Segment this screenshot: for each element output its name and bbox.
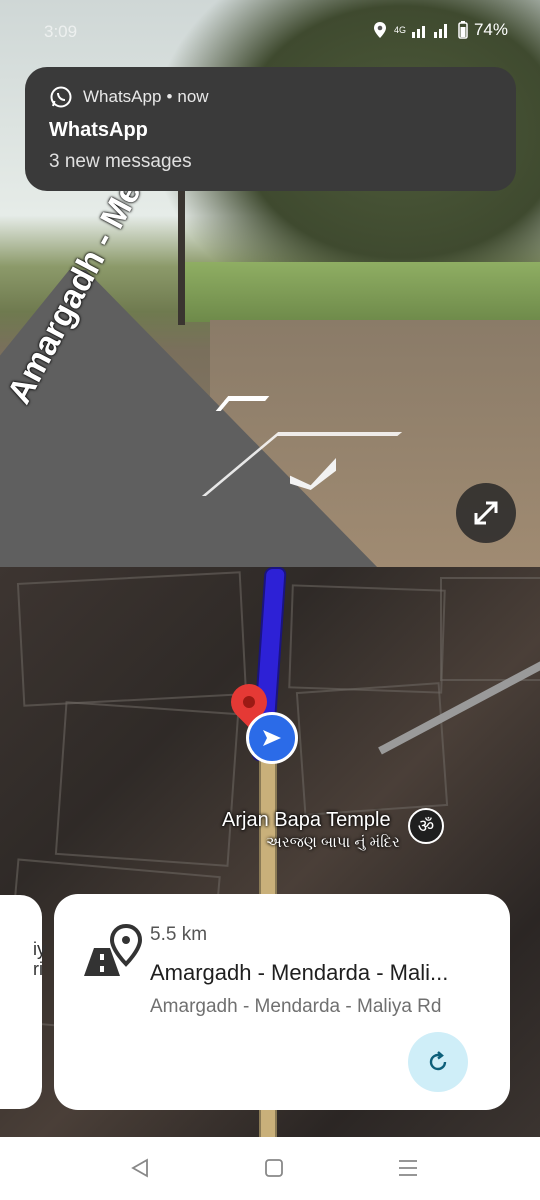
- home-icon[interactable]: [264, 1157, 284, 1179]
- street-view-field: [180, 262, 540, 322]
- map-field-plot: [54, 701, 240, 867]
- notification-time: now: [177, 87, 209, 106]
- map-field-plot: [288, 584, 446, 694]
- signal-icon: [411, 24, 447, 38]
- network-type: 4G: [393, 25, 406, 35]
- status-time: 3:09: [44, 22, 78, 41]
- poi-local-name: અરજણ બાપા નું મંદિર: [266, 834, 400, 851]
- place-address: Amargadh - Mendarda - Maliya Rd: [150, 996, 442, 1017]
- map-field-plot: [295, 682, 449, 816]
- notification-header: WhatsApp • now: [49, 85, 209, 109]
- road-pin-icon: [80, 923, 144, 985]
- expand-button[interactable]: [456, 483, 516, 543]
- previous-place-card[interactable]: iy ri: [0, 895, 46, 1109]
- map-field-plot: [16, 571, 248, 707]
- poi-name[interactable]: Arjan Bapa Temple: [222, 809, 391, 832]
- recents-icon[interactable]: [397, 1157, 419, 1179]
- street-view-pole: [178, 190, 185, 325]
- place-card[interactable]: 5.5 km Amargadh - Mendarda - Mali... Ama…: [54, 894, 510, 1110]
- current-location-icon[interactable]: [246, 712, 298, 764]
- navigation-arrow-icon: [263, 730, 281, 746]
- place-title: Amargadh - Mendarda - Mali...: [150, 960, 449, 985]
- notification-app-name: WhatsApp: [83, 87, 162, 106]
- om-icon[interactable]: ॐ: [408, 808, 444, 844]
- refresh-button[interactable]: [408, 1032, 468, 1092]
- battery-icon: [458, 21, 468, 39]
- location-icon: [373, 22, 386, 38]
- status-bar: 3:09 4G 74%: [0, 0, 540, 60]
- map-field-plot: [440, 577, 540, 681]
- expand-icon: [474, 501, 498, 525]
- back-icon[interactable]: [130, 1157, 150, 1179]
- status-icons: 4G 74%: [372, 20, 508, 40]
- refresh-icon: [429, 1051, 447, 1071]
- place-distance: 5.5 km: [150, 924, 208, 945]
- notification-separator: •: [166, 87, 173, 106]
- previous-card-text: iy ri: [33, 939, 46, 979]
- system-nav-bar: [0, 1137, 540, 1200]
- notification-body: 3 new messages: [49, 151, 192, 172]
- whatsapp-notification[interactable]: WhatsApp • now WhatsApp 3 new messages: [25, 67, 516, 191]
- whatsapp-icon: [50, 86, 72, 108]
- battery-percent: 74%: [473, 20, 508, 39]
- notification-title: WhatsApp: [49, 119, 148, 141]
